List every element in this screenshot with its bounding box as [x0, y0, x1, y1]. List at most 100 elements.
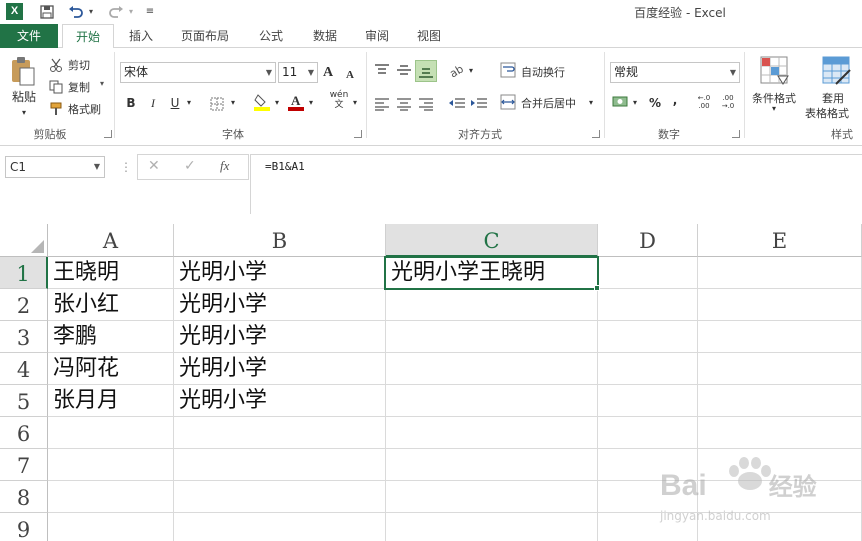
- cell-e3[interactable]: [698, 321, 862, 353]
- row-header-8[interactable]: 8: [0, 481, 48, 513]
- wrap-text-button[interactable]: 自动换行: [521, 64, 565, 80]
- cell-a1[interactable]: 王晓明: [48, 257, 174, 289]
- tab-formulas[interactable]: 公式: [248, 24, 294, 48]
- merge-center-button[interactable]: 合并后居中: [521, 95, 576, 111]
- cancel-icon[interactable]: ✕: [148, 158, 160, 174]
- cell-c9[interactable]: [386, 513, 598, 541]
- comma-style-button[interactable]: ,: [670, 91, 680, 109]
- copy-button[interactable]: 复制: [68, 79, 90, 95]
- font-name-select[interactable]: 宋体 ▼: [120, 62, 276, 83]
- tab-insert[interactable]: 插入: [118, 24, 164, 48]
- name-box[interactable]: C1 ▼: [5, 156, 105, 178]
- paste-icon[interactable]: [10, 56, 36, 86]
- cell-c2[interactable]: [386, 289, 598, 321]
- tab-page-layout[interactable]: 页面布局: [172, 24, 238, 48]
- align-bottom-icon[interactable]: [415, 60, 437, 82]
- phonetic-guide-button[interactable]: wén 文: [328, 90, 350, 110]
- percent-style-button[interactable]: %: [648, 94, 662, 112]
- increase-decimal-button[interactable]: ←.0 .00: [694, 94, 714, 110]
- customize-qat-icon[interactable]: ≡: [144, 2, 156, 22]
- align-left-icon[interactable]: [374, 96, 390, 111]
- cell-b3[interactable]: 光明小学: [174, 321, 386, 353]
- accounting-dropdown-icon[interactable]: ▾: [630, 94, 640, 112]
- cell-d6[interactable]: [598, 417, 698, 449]
- undo-dropdown-icon[interactable]: ▾: [86, 2, 96, 22]
- column-header-e[interactable]: E: [698, 224, 862, 257]
- row-header-4[interactable]: 4: [0, 353, 48, 385]
- row-header-1[interactable]: 1: [0, 257, 48, 289]
- tab-file[interactable]: 文件: [0, 24, 58, 48]
- cell-e4[interactable]: [698, 353, 862, 385]
- cell-d4[interactable]: [598, 353, 698, 385]
- italic-button[interactable]: I: [146, 94, 160, 112]
- cell-e6[interactable]: [698, 417, 862, 449]
- decrease-indent-icon[interactable]: [448, 96, 466, 110]
- formula-bar-grip-icon[interactable]: ⋮: [120, 158, 132, 176]
- fill-handle[interactable]: [594, 285, 600, 291]
- cell-a2[interactable]: 张小红: [48, 289, 174, 321]
- increase-indent-icon[interactable]: [470, 96, 488, 110]
- align-right-icon[interactable]: [418, 96, 434, 111]
- row-header-9[interactable]: 9: [0, 513, 48, 541]
- cell-d3[interactable]: [598, 321, 698, 353]
- tab-data[interactable]: 数据: [302, 24, 348, 48]
- row-header-2[interactable]: 2: [0, 289, 48, 321]
- format-painter-button[interactable]: 格式刷: [68, 101, 101, 117]
- cell-b5[interactable]: 光明小学: [174, 385, 386, 417]
- cell-d1[interactable]: [598, 257, 698, 289]
- undo-icon[interactable]: [66, 2, 86, 22]
- insert-function-icon[interactable]: fx: [220, 158, 229, 174]
- conditional-dropdown-icon[interactable]: ▾: [772, 104, 776, 113]
- alignment-launcher-icon[interactable]: [592, 130, 600, 138]
- fill-color-icon[interactable]: [254, 93, 270, 111]
- cell-b1[interactable]: 光明小学: [174, 257, 386, 289]
- orientation-icon[interactable]: ab: [447, 62, 465, 80]
- cell-a4[interactable]: 冯阿花: [48, 353, 174, 385]
- format-painter-icon[interactable]: [49, 101, 63, 115]
- redo-dropdown-icon[interactable]: ▾: [126, 2, 136, 22]
- borders-dropdown-icon[interactable]: ▾: [228, 94, 238, 112]
- formula-input[interactable]: =B1&A1: [250, 154, 862, 214]
- format-as-table-label-1[interactable]: 套用: [822, 90, 844, 106]
- merge-center-icon[interactable]: [500, 94, 516, 110]
- cell-d5[interactable]: [598, 385, 698, 417]
- tab-review[interactable]: 审阅: [354, 24, 400, 48]
- cell-c6[interactable]: [386, 417, 598, 449]
- underline-button[interactable]: U: [168, 94, 182, 112]
- cell-b2[interactable]: 光明小学: [174, 289, 386, 321]
- cell-d2[interactable]: [598, 289, 698, 321]
- underline-dropdown-icon[interactable]: ▾: [184, 94, 194, 112]
- cell-b4[interactable]: 光明小学: [174, 353, 386, 385]
- cut-icon[interactable]: [49, 57, 63, 72]
- column-header-d[interactable]: D: [598, 224, 698, 257]
- font-color-dropdown-icon[interactable]: ▾: [306, 94, 316, 112]
- tab-view[interactable]: 视图: [406, 24, 452, 48]
- copy-dropdown-icon[interactable]: ▾: [100, 79, 104, 88]
- copy-icon[interactable]: [49, 79, 63, 94]
- cell-b7[interactable]: [174, 449, 386, 481]
- font-color-icon[interactable]: A: [288, 93, 304, 111]
- cell-b6[interactable]: [174, 417, 386, 449]
- phonetic-dropdown-icon[interactable]: ▾: [350, 94, 360, 112]
- cell-e5[interactable]: [698, 385, 862, 417]
- align-top-icon[interactable]: [374, 62, 390, 76]
- decrease-font-size-button[interactable]: A: [343, 66, 357, 84]
- cell-a3[interactable]: 李鹏: [48, 321, 174, 353]
- cell-c5[interactable]: [386, 385, 598, 417]
- font-size-select[interactable]: 11 ▼: [278, 62, 318, 83]
- align-center-icon[interactable]: [396, 96, 412, 111]
- cell-c8[interactable]: [386, 481, 598, 513]
- cell-a9[interactable]: [48, 513, 174, 541]
- cell-e1[interactable]: [698, 257, 862, 289]
- increase-font-size-button[interactable]: A: [320, 64, 336, 82]
- format-as-table-button[interactable]: 表格格式: [805, 105, 849, 121]
- row-header-7[interactable]: 7: [0, 449, 48, 481]
- cell-c4[interactable]: [386, 353, 598, 385]
- fill-color-dropdown-icon[interactable]: ▾: [272, 94, 282, 112]
- number-format-select[interactable]: 常规 ▼: [610, 62, 740, 83]
- row-header-5[interactable]: 5: [0, 385, 48, 417]
- cell-a6[interactable]: [48, 417, 174, 449]
- column-header-c[interactable]: C: [386, 224, 598, 257]
- format-as-table-icon[interactable]: [822, 56, 852, 86]
- column-header-b[interactable]: B: [174, 224, 386, 257]
